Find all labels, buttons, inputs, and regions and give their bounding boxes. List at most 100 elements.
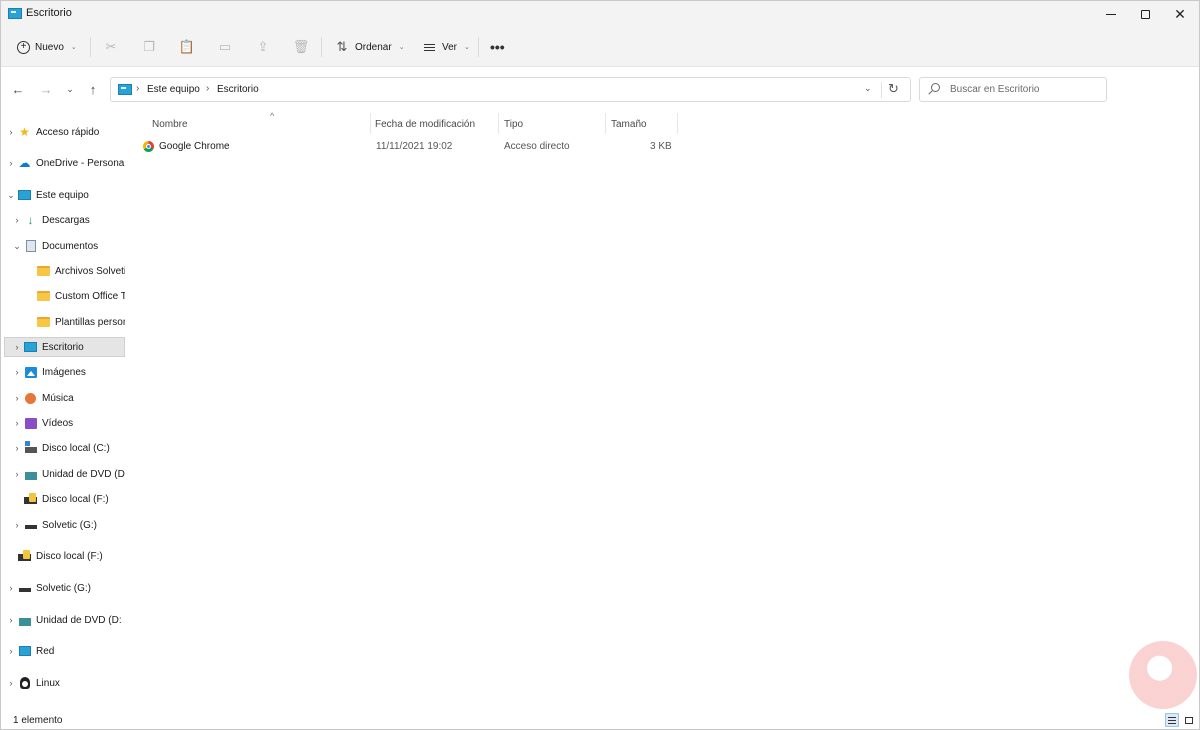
sidebar-item-este-equipo[interactable]: ⌄ Este equipo [4,185,125,205]
chevron-down-icon[interactable]: ⌄ [4,190,18,201]
table-row[interactable]: Google Chrome 11/11/2021 19:02 Acceso di… [137,137,682,157]
sidebar-item-solvetic-g[interactable]: › Solvetic (G:) [4,515,125,535]
sidebar-item-label: Custom Office Te [55,290,125,302]
sidebar-item-label: Plantillas person [55,316,125,328]
chevron-down-icon[interactable]: ⌄ [10,241,24,252]
chevron-right-icon[interactable]: › [10,418,24,428]
more-options-button[interactable]: ••• [490,34,505,60]
navigation-pane[interactable]: › ★ Acceso rápido › ☁ OneDrive - Persona… [1,110,127,710]
column-divider[interactable] [605,113,606,134]
chevron-right-icon[interactable]: › [4,583,18,593]
copy-button[interactable]: ❐ [141,34,157,60]
sidebar-item-disco-c[interactable]: › Disco local (C:) [4,438,125,458]
details-view-button[interactable] [1165,713,1179,727]
sort-label: Ordenar [355,41,392,53]
chevron-right-icon[interactable]: › [10,469,24,479]
delete-button[interactable]: 🗑 [293,34,310,60]
close-button[interactable]: ✕ [1163,1,1197,27]
cut-button[interactable]: ✂ [103,34,119,60]
view-button[interactable]: Ver ⌄ [421,34,470,60]
folder-icon [37,290,50,302]
column-header-tipo[interactable]: Tipo [504,114,604,134]
chevron-right-icon[interactable]: › [10,520,24,530]
chevron-right-icon[interactable]: › [10,443,24,453]
column-header-fecha[interactable]: Fecha de modificación [375,114,497,134]
file-name[interactable]: Google Chrome [159,141,230,152]
title-bar[interactable]: Escritorio ✕ [1,1,1199,27]
sidebar-item-onedrive[interactable]: › ☁ OneDrive - Persona [4,153,125,173]
sidebar-item-descargas[interactable]: › ↓ Descargas [4,210,125,230]
minimize-button[interactable] [1094,1,1128,27]
new-button[interactable]: + Nuevo ⌄ [17,34,77,60]
toolbar-divider [321,37,322,57]
more-icon: ••• [490,39,505,55]
chevron-right-icon[interactable]: › [4,127,18,137]
chevron-right-icon[interactable]: › [10,215,24,225]
share-button[interactable]: ⇪ [255,34,271,60]
column-divider[interactable] [498,113,499,134]
sidebar-item-imagenes[interactable]: › Imágenes [4,362,125,382]
search-input[interactable] [950,82,1100,97]
sidebar-item-red[interactable]: › Red [4,641,125,661]
column-header-tamano[interactable]: Tamaño [611,114,677,134]
chevron-right-icon[interactable]: › [10,342,24,352]
sidebar-item-plantillas[interactable]: Plantillas person [4,312,125,332]
sort-button[interactable]: ⇅ Ordenar ⌄ [334,34,405,60]
refresh-icon[interactable]: ↻ [888,81,899,97]
breadcrumb-este-equipo[interactable]: Este equipo [147,84,200,95]
chevron-right-icon[interactable]: › [4,615,18,625]
network-icon [18,645,31,657]
computer-icon [18,189,31,201]
sidebar-item-documentos[interactable]: ⌄ Documentos [4,236,125,256]
search-box[interactable] [919,77,1107,102]
sidebar-item-label: Descargas [42,214,90,226]
sidebar-item-disco-f[interactable]: Disco local (F:) [4,489,125,509]
column-header-nombre[interactable]: Nombre ^ [152,111,370,134]
sidebar-item-musica[interactable]: › Música [4,388,125,408]
address-bar[interactable]: › Este equipo › Escritorio ⌄ ↻ [110,77,911,102]
sort-ascending-icon: ^ [270,111,275,121]
sidebar-item-solvetic-g-root[interactable]: › Solvetic (G:) [4,578,125,598]
sidebar-item-disco-f-root[interactable]: Disco local (F:) [4,546,125,566]
large-icons-view-button[interactable] [1182,713,1196,727]
breadcrumb-escritorio[interactable]: Escritorio [217,84,259,95]
paste-button[interactable]: 📋 [179,34,195,60]
chevron-right-icon[interactable]: › [10,393,24,403]
sidebar-item-dvd-d[interactable]: › Unidad de DVD (D [4,464,125,484]
paste-icon: 📋 [178,39,196,54]
column-divider[interactable] [677,113,678,134]
chevron-right-icon[interactable]: › [10,367,24,377]
linux-icon [18,677,31,689]
chrome-icon [143,141,154,152]
recent-locations-button[interactable]: ⌄ [61,79,79,99]
maximize-button[interactable] [1128,1,1162,27]
address-row: ← → ⌄ ↑ › Este equipo › Escritorio ⌄ ↻ [1,68,1199,110]
rename-button[interactable]: ▭ [217,34,233,60]
chevron-right-icon[interactable]: › [4,646,18,656]
folder-icon [37,265,50,277]
share-icon: ⇪ [257,39,269,54]
chevron-down-icon: ⌄ [70,44,77,51]
chevron-right-icon[interactable]: › [4,158,18,168]
sidebar-item-label: Red [36,645,55,657]
sidebar-item-label: Música [42,392,74,404]
sidebar-item-custom-office[interactable]: Custom Office Te [4,286,125,306]
forward-button[interactable]: → [37,79,55,99]
up-button[interactable]: ↑ [84,79,102,99]
videos-icon [24,417,37,429]
chevron-right-icon[interactable]: › [4,678,18,688]
sidebar-item-linux[interactable]: › Linux [4,673,125,693]
sidebar-item-label: Disco local (C:) [42,442,110,454]
file-explorer-window: Escritorio ✕ + Nuevo ⌄ ✂ ❐ 📋 ▭ ⇪ 🗑 ⇅ Ord… [0,0,1200,730]
sidebar-item-videos[interactable]: › Vídeos [4,413,125,433]
sidebar-item-label: Disco local (F:) [36,550,103,562]
plus-icon: + [17,40,30,54]
sidebar-item-escritorio[interactable]: › Escritorio [4,337,125,357]
column-divider[interactable] [370,113,371,134]
sidebar-item-archivos-solvetic[interactable]: Archivos Solvetic [4,261,125,281]
sidebar-item-acceso-rapido[interactable]: › ★ Acceso rápido [4,122,125,142]
address-history-dropdown[interactable]: ⌄ [864,83,872,94]
sidebar-item-dvd-d-root[interactable]: › Unidad de DVD (D: [4,610,125,630]
back-button[interactable]: ← [9,79,27,99]
file-list[interactable]: Nombre ^ Fecha de modificación Tipo Tama… [137,110,1199,710]
